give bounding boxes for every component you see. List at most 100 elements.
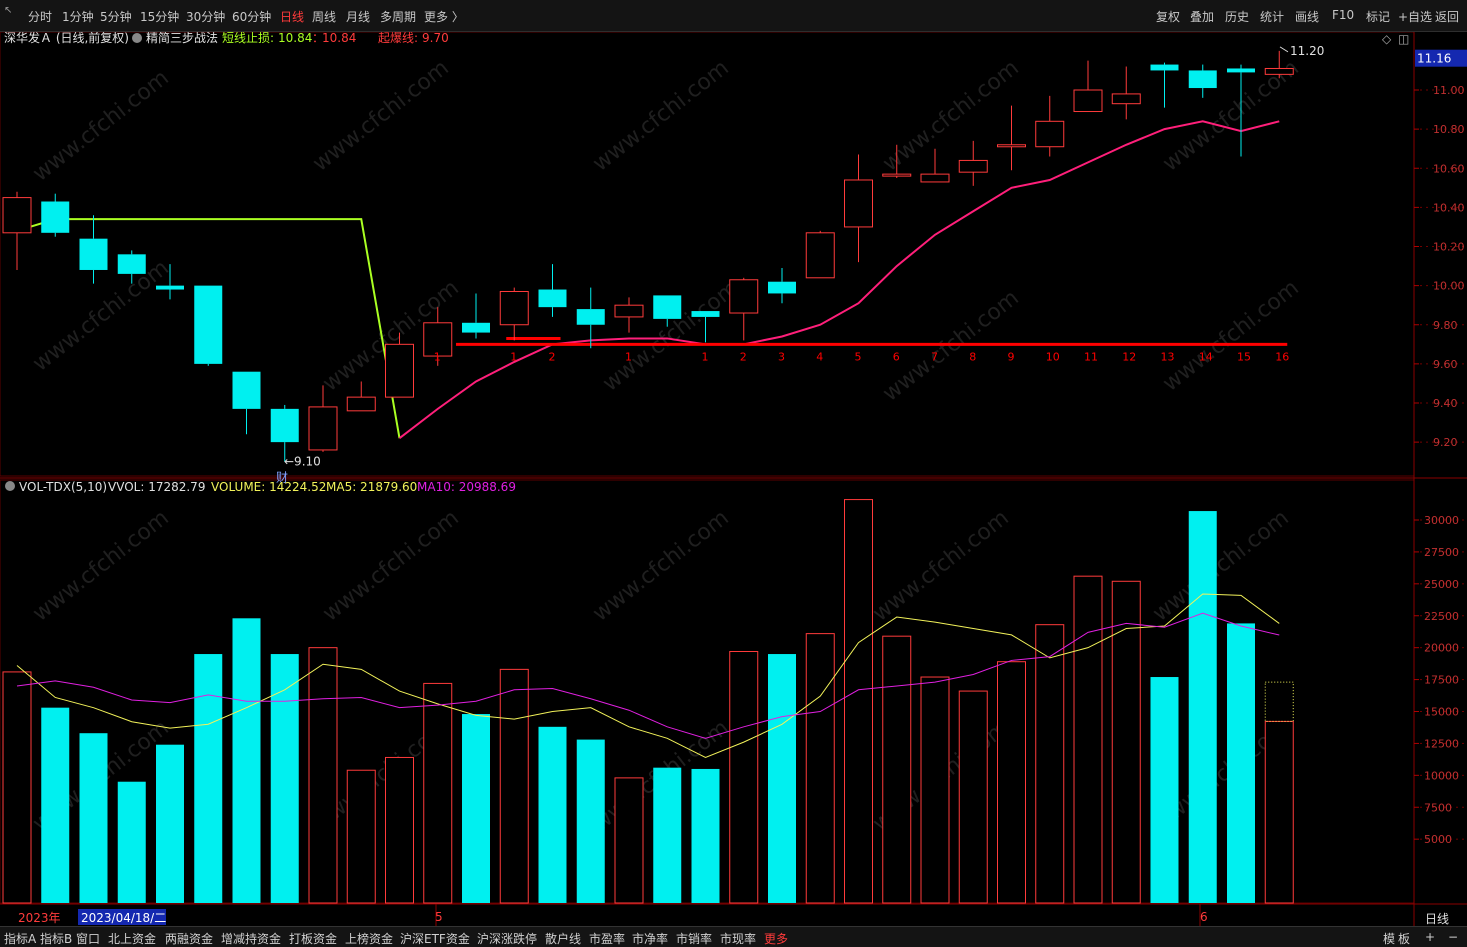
vol-ma5: MA5: 21879.60 [326,480,417,494]
vol-tick-label: 22500 [1424,610,1459,623]
vol-tick-label: 12500 [1424,737,1459,750]
bottom-tab[interactable]: 上榜资金 [345,930,393,947]
period-tab[interactable]: 60分钟 [232,8,271,25]
rise-line-label: 起爆线: [378,32,418,45]
volume-bar-up [308,647,338,904]
bottom-tab[interactable]: 两融资金 [165,930,213,947]
step-counter: 1 [702,350,709,363]
volume-bar-down [691,768,720,903]
volume-projection [1264,681,1294,722]
bottom-tab[interactable]: 市盈率 [589,930,625,947]
vol-tick-label: 7500 [1424,801,1452,814]
candle-body-down [768,281,796,294]
bottom-tab[interactable]: 沪深ETF资金 [400,930,470,947]
step-counter: 4 [816,350,823,363]
candle-body-down [576,309,605,325]
bottom-right-control[interactable]: 模 [1383,930,1395,947]
price-tick-label: 9.80 [1433,319,1458,332]
month-label-5: 5 [435,910,443,924]
period-tab[interactable]: 多周期 [380,8,416,25]
bottom-tab[interactable]: 指标A [4,930,36,947]
step-counter: 2 [549,350,556,363]
candle-body-down [1227,68,1255,73]
date-year: 2023年 [18,911,61,925]
volume-bar-up [346,769,376,904]
current-price-label: 11.16 [1417,52,1451,66]
volume-bar-down [270,654,299,903]
volume-bar-up [1111,580,1141,904]
bottom-tab[interactable]: 北上资金 [108,930,156,947]
bottom-right-control[interactable]: 板 [1398,930,1410,947]
volume-bar-down [462,714,490,903]
vol-tick-label: 30000 [1424,514,1459,527]
vol-tick-label: 10000 [1424,769,1459,782]
indicator-toggle-icon[interactable] [132,33,142,43]
toolbar-button[interactable]: 统计 [1260,8,1284,25]
toolbar-button[interactable]: 返回 [1435,8,1459,25]
toolbar-button[interactable]: 复权 [1156,8,1180,25]
candle-body-up [1035,120,1065,148]
toolbar-button[interactable]: F10 [1332,8,1354,22]
bottom-tab[interactable]: 打板资金 [289,930,337,947]
bottom-tab[interactable]: 市净率 [632,930,668,947]
volume-bar-up [1035,624,1065,904]
back-arrow-icon[interactable]: ↖ [4,5,12,16]
watermark: www.cfchi.com [28,65,173,186]
price-tick-label: 10.20 [1433,241,1465,254]
period-tab[interactable]: 30分钟 [186,8,225,25]
vol-toggle-icon[interactable] [5,481,15,491]
step-counter: 7 [931,350,938,363]
vol-indicator-name: VOL-TDX(5,10) [19,480,107,494]
bottom-tab[interactable]: 沪深涨跌停 [477,930,537,947]
volume-bar-down [538,726,567,903]
period-tab[interactable]: 月线 [346,8,370,25]
vol-tick-label: 5000 [1424,833,1452,846]
vol-vvol: VVOL: 17282.79 [108,480,205,494]
step-counter: 2 [740,350,747,363]
bottom-tab[interactable]: 增减持资金 [221,930,281,947]
period-indicator: 日线 [1425,912,1449,926]
period-tab[interactable]: 周线 [312,8,336,25]
period-tab[interactable]: 1分钟 [62,8,94,25]
volume-bar-up [729,650,759,904]
bottom-right-control[interactable]: + [1425,930,1435,944]
watermark: www.cfchi.com [878,55,1023,176]
bottom-tab[interactable]: 散户线 [545,930,581,947]
toolbar-button[interactable]: 历史 [1225,8,1249,25]
period-tab[interactable]: 分时 [28,8,52,25]
bottom-tab[interactable]: 窗口 [76,930,100,947]
toolbar-button[interactable]: 标记 [1366,8,1390,25]
vol-tick-label: 20000 [1424,642,1459,655]
high-price-label: 11.20 [1290,44,1324,58]
bottom-tab[interactable]: 更多 [764,930,788,947]
bottom-tab[interactable]: 市销率 [676,930,712,947]
volume-bar-down [576,739,605,903]
volume-bar-up [997,661,1026,904]
candle-body-down [79,238,108,270]
vol-tick-label: 27500 [1424,546,1459,559]
watermark: www.cfchi.com [868,505,1013,626]
toolbar-button[interactable]: 叠加 [1190,8,1214,25]
indicator-name: 精简三步战法 [146,32,218,45]
period-tab[interactable]: 更多 〉 [424,8,464,25]
step-counter: 1 [434,350,441,363]
volume-bar-down [653,767,682,903]
bottom-tab[interactable]: 市现率 [720,930,756,947]
watermark: www.cfchi.com [1158,275,1303,396]
toolbar-button[interactable]: +自选 [1398,8,1432,25]
period-tab[interactable]: 5分钟 [100,8,132,25]
period-tab[interactable]: 日线 [280,8,304,25]
step-counter: 15 [1237,350,1251,363]
bottom-tab[interactable]: 指标B [40,930,72,947]
price-pane-frame [0,32,1415,477]
watermark: www.cfchi.com [28,505,173,626]
chart-area[interactable]: www.cfchi.com www.cfchi.com www.cfchi.com w… [0,32,1467,926]
watermark: www.cfchi.com [308,55,453,176]
bottom-right-control[interactable]: − [1448,930,1458,944]
volume-bar-down [1188,511,1217,903]
toolbar-button[interactable]: 画线 [1295,8,1319,25]
volume-bar-up [882,635,912,904]
candle-body-up [614,304,644,318]
volume-bar-down [117,781,146,903]
period-tab[interactable]: 15分钟 [140,8,179,25]
